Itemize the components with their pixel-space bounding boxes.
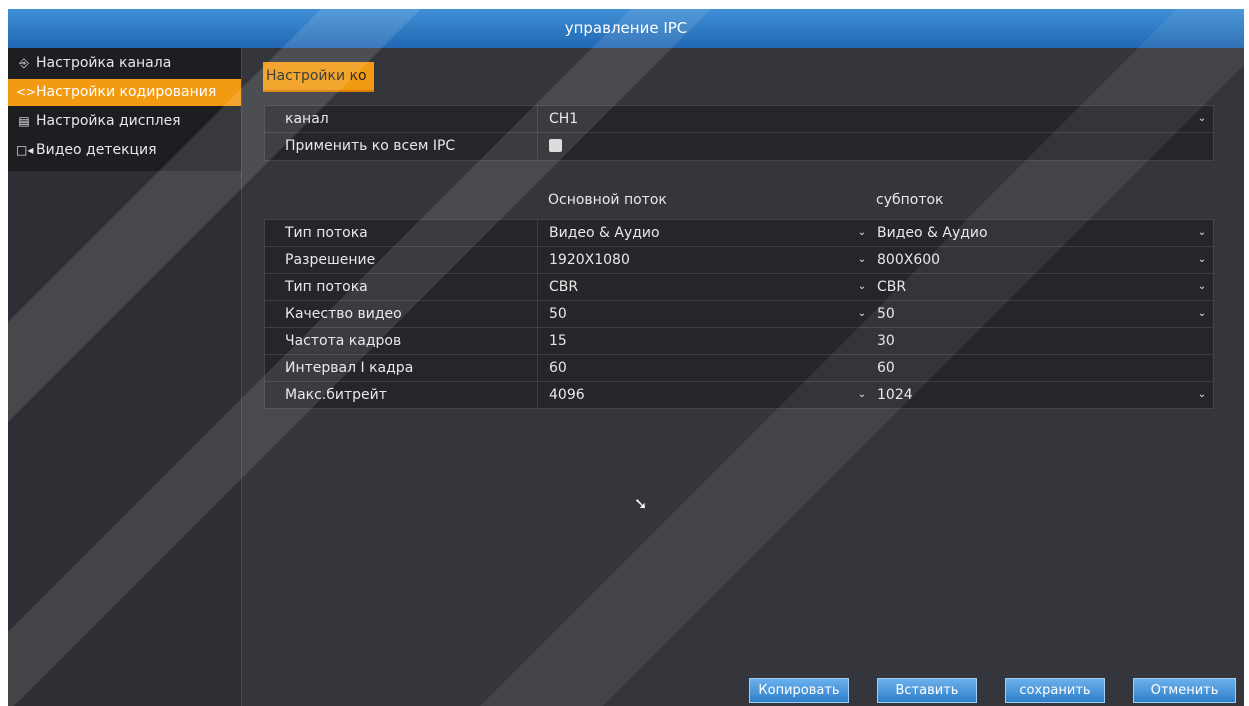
row-label: Тип потока [285, 279, 368, 295]
main-stream-value[interactable]: 50 [549, 301, 567, 327]
table-row: Тип потока CBR ⌄ CBR ⌄ [265, 274, 1213, 301]
main-stream-header: Основной поток [548, 192, 667, 208]
column-divider [537, 247, 538, 273]
main-stream-value[interactable]: 1920X1080 [549, 247, 630, 273]
chevron-down-icon[interactable]: ⌄ [1195, 106, 1209, 132]
encoding-table: Тип потока Видео & Аудио ⌄ Видео & Аудио… [264, 219, 1214, 409]
table-row: Макс.битрейт 4096 ⌄ 1024 ⌄ [265, 382, 1213, 408]
channel-icon: ⎆ [19, 56, 29, 70]
channel-row: канал CH1 ⌄ [265, 106, 1213, 133]
column-divider [537, 382, 538, 408]
column-divider [537, 328, 538, 354]
row-label: Тип потока [285, 225, 368, 241]
apply-all-row: Применить ко всем IPC [265, 133, 1213, 159]
ipc-management-window: управление IPC ⎆ Настройка канала <> Нас… [8, 9, 1244, 706]
row-label: Качество видео [285, 306, 402, 322]
code-icon: <> [16, 85, 37, 99]
window-title: управление IPC [8, 9, 1244, 48]
column-divider [537, 106, 538, 132]
sub-stream-header: субпоток [876, 192, 944, 208]
sub-stream-value[interactable]: 60 [877, 355, 895, 381]
sub-stream-value[interactable]: CBR [877, 274, 906, 300]
chevron-down-icon[interactable]: ⌄ [1195, 247, 1209, 273]
main-panel: Настройки ко канал CH1 ⌄ Применить ко вс… [242, 48, 1244, 706]
sidebar-menu: ⎆ Настройка канала <> Настройки кодирова… [8, 48, 241, 171]
sub-stream-value[interactable]: 30 [877, 328, 895, 354]
save-button[interactable]: сохранить [1005, 678, 1105, 703]
main-stream-value[interactable]: 4096 [549, 382, 585, 408]
row-label: Интервал I кадра [285, 360, 414, 376]
row-label: Частота кадров [285, 333, 402, 349]
main-stream-value[interactable]: 60 [549, 355, 567, 381]
column-divider [537, 274, 538, 300]
chevron-down-icon[interactable]: ⌄ [1195, 220, 1209, 246]
chevron-down-icon[interactable]: ⌄ [855, 247, 869, 273]
column-divider [537, 220, 538, 246]
sidebar-item-label: Настройка дисплея [36, 113, 181, 129]
main-stream-value[interactable]: 15 [549, 328, 567, 354]
tab-encoding-settings[interactable]: Настройки ко [263, 62, 374, 92]
row-label: Макс.битрейт [285, 387, 387, 403]
sidebar-item-label: Видео детекция [36, 142, 157, 158]
camera-icon: □◂ [16, 143, 34, 157]
main-stream-value[interactable]: Видео & Аудио [549, 220, 660, 246]
chevron-down-icon[interactable]: ⌄ [855, 301, 869, 327]
table-row: Тип потока Видео & Аудио ⌄ Видео & Аудио… [265, 220, 1213, 247]
table-row: Частота кадров 15 30 [265, 328, 1213, 355]
chevron-down-icon[interactable]: ⌄ [1195, 301, 1209, 327]
display-icon: ▤ [18, 114, 30, 128]
column-divider [537, 355, 538, 381]
sidebar-item-channel-settings[interactable]: ⎆ Настройка канала [8, 50, 241, 77]
sidebar: ⎆ Настройка канала <> Настройки кодирова… [8, 48, 242, 706]
chevron-down-icon[interactable]: ⌄ [855, 220, 869, 246]
cancel-button[interactable]: Отменить [1133, 678, 1236, 703]
chevron-down-icon[interactable]: ⌄ [855, 274, 869, 300]
sub-stream-value[interactable]: Видео & Аудио [877, 220, 988, 246]
channel-label: канал [285, 111, 329, 127]
apply-all-label: Применить ко всем IPC [285, 138, 456, 154]
paste-button[interactable]: Вставить [877, 678, 977, 703]
apply-all-checkbox[interactable] [549, 139, 562, 152]
copy-button[interactable]: Копировать [749, 678, 849, 703]
channel-block: канал CH1 ⌄ Применить ко всем IPC [264, 105, 1214, 161]
sidebar-item-label: Настройки кодирования [36, 84, 217, 100]
sub-stream-value[interactable]: 50 [877, 301, 895, 327]
sidebar-item-label: Настройка канала [36, 55, 172, 71]
table-row: Интервал I кадра 60 60 [265, 355, 1213, 382]
column-divider [537, 301, 538, 327]
mouse-cursor-icon: ➘ [634, 494, 648, 513]
channel-select[interactable]: CH1 [549, 106, 578, 132]
table-row: Разрешение 1920X1080 ⌄ 800X600 ⌄ [265, 247, 1213, 274]
sidebar-item-encoding-settings[interactable]: <> Настройки кодирования [8, 79, 241, 106]
main-stream-value[interactable]: CBR [549, 274, 578, 300]
sidebar-item-video-detection[interactable]: □◂ Видео детекция [8, 137, 241, 164]
sub-stream-value[interactable]: 800X600 [877, 247, 940, 273]
sub-stream-value[interactable]: 1024 [877, 382, 913, 408]
chevron-down-icon[interactable]: ⌄ [1195, 382, 1209, 408]
sidebar-item-display-settings[interactable]: ▤ Настройка дисплея [8, 108, 241, 135]
table-row: Качество видео 50 ⌄ 50 ⌄ [265, 301, 1213, 328]
column-divider [537, 133, 538, 159]
chevron-down-icon[interactable]: ⌄ [855, 382, 869, 408]
row-label: Разрешение [285, 252, 376, 268]
chevron-down-icon[interactable]: ⌄ [1195, 274, 1209, 300]
